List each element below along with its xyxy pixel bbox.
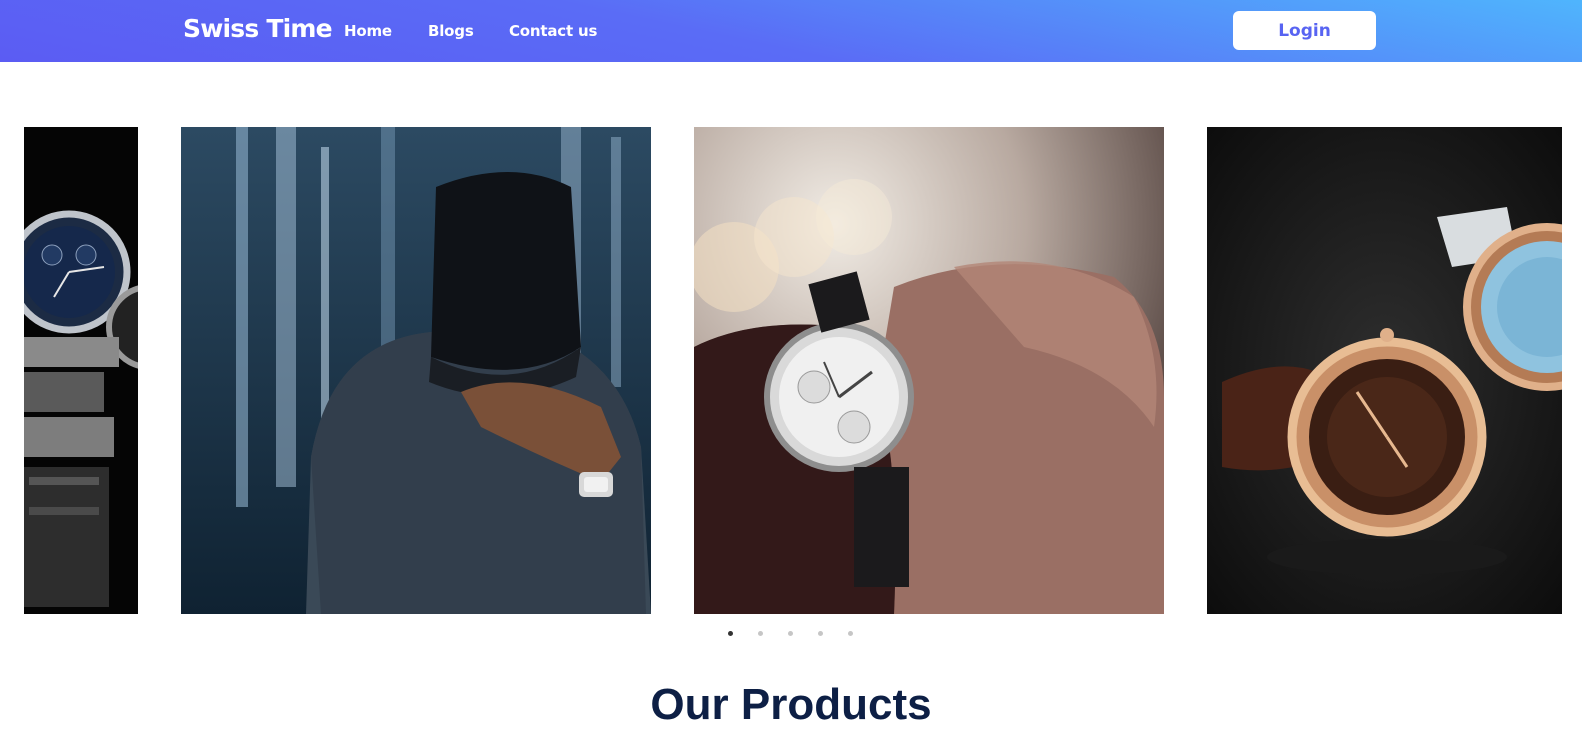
nav-link-blogs[interactable]: Blogs bbox=[428, 22, 474, 40]
carousel-dot-5[interactable] bbox=[848, 631, 853, 636]
carousel-slide-man-in-cap[interactable] bbox=[181, 127, 651, 614]
rose-gold-watches-image bbox=[1207, 127, 1562, 614]
carousel-slide-rose-gold-watches[interactable] bbox=[1207, 127, 1562, 614]
carousel-dot-1[interactable] bbox=[728, 631, 733, 636]
watch-image bbox=[24, 127, 138, 614]
carousel-slide-wrist-watch[interactable] bbox=[694, 127, 1164, 614]
carousel-slide-watches-silver[interactable] bbox=[24, 127, 138, 614]
login-button[interactable]: Login bbox=[1233, 11, 1376, 50]
man-with-watch-image bbox=[181, 127, 651, 614]
carousel-dot-3[interactable] bbox=[788, 631, 793, 636]
nav-link-contact[interactable]: Contact us bbox=[509, 22, 597, 40]
navbar: Swiss Time Home Blogs Contact us Login bbox=[0, 0, 1582, 62]
carousel-dot-4[interactable] bbox=[818, 631, 823, 636]
wrist-watch-image bbox=[694, 127, 1164, 614]
products-heading: Our Products bbox=[650, 680, 932, 729]
carousel-dot-2[interactable] bbox=[758, 631, 763, 636]
nav-link-home[interactable]: Home bbox=[344, 22, 392, 40]
brand-logo[interactable]: Swiss Time bbox=[183, 14, 333, 43]
